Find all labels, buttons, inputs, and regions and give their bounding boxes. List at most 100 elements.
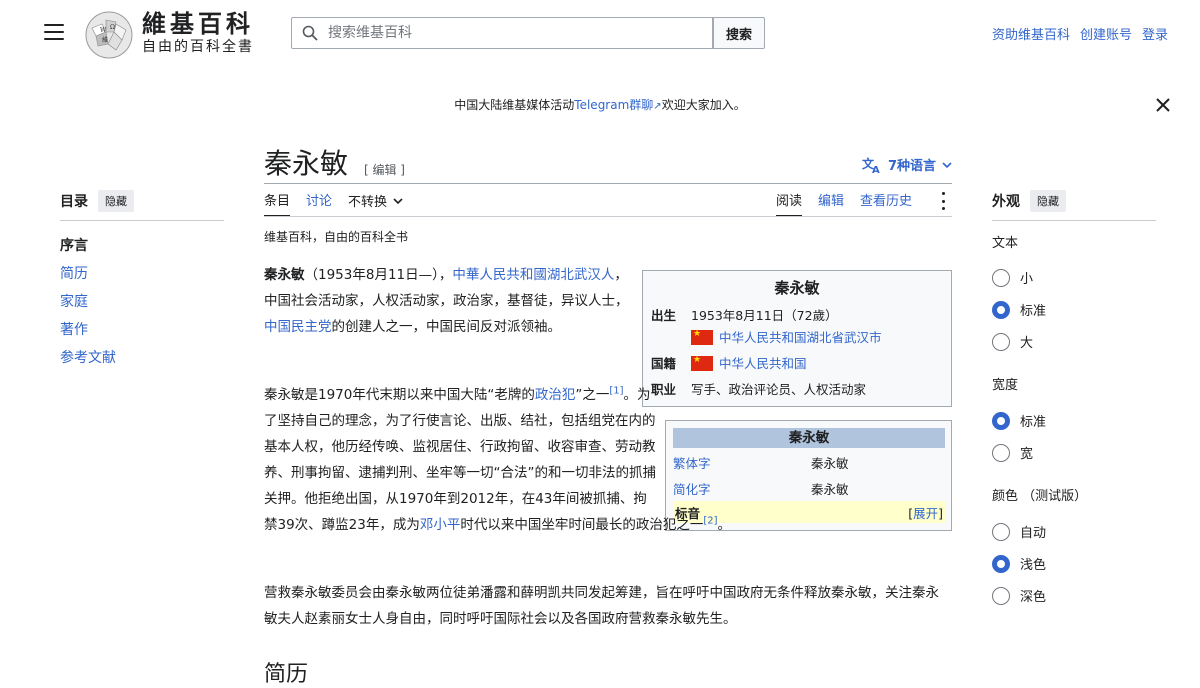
color-label: 颜色 （测试版） [992, 489, 1088, 504]
link-wuhan[interactable]: 中華人民共和國湖北武汉人 [452, 267, 614, 283]
intro-paragraph: 秦永敏（1953年8月11日—），中華人民共和國湖北武汉人，中国社会活动家，人权… [264, 262, 630, 340]
tabs-divider [264, 216, 952, 217]
variant-dropdown[interactable]: 不转换 [348, 190, 403, 217]
radio-color-auto[interactable]: 自动 [992, 522, 1046, 541]
search-input[interactable] [326, 24, 712, 42]
menu-icon-bar [44, 31, 64, 33]
tab-history[interactable]: 查看历史 [860, 190, 912, 217]
namespace-tabs: 条目 讨论 不转换 [264, 190, 403, 217]
wikipedia-globe-logo[interactable]: W Ω 維 [84, 10, 134, 60]
radio-button[interactable] [992, 332, 1010, 351]
radio-button[interactable] [992, 300, 1010, 319]
toc-item-references[interactable]: 参考文献 [60, 350, 116, 366]
link-deng-xiaoping[interactable]: 邓小平 [420, 517, 461, 533]
tab-talk[interactable]: 讨论 [306, 190, 332, 217]
radio-button[interactable] [992, 268, 1010, 287]
site-subtitle: 自由的百科全書 [142, 39, 254, 55]
tab-article[interactable]: 条目 [264, 190, 291, 217]
text: （1953年8月11日—）， [304, 267, 453, 283]
personal-tools: 资助维基百科 创建账号 登录 [992, 24, 1168, 43]
appearance-hide-button[interactable]: 隐藏 [1030, 190, 1066, 212]
radio-color-dark[interactable]: 深色 [992, 586, 1046, 605]
svg-text:W: W [100, 27, 107, 34]
body-paragraph-2: 秦永敏是1970年代末期以来中国大陆“老牌的政治犯”之一[1]。为了坚持自己的理… [264, 382, 952, 538]
variant-label: 不转换 [348, 195, 388, 210]
telegram-link[interactable]: Telegram群聊 [574, 98, 653, 112]
dot [941, 192, 945, 195]
birthplace-link[interactable]: 中华人民共和国湖北省武汉市 [719, 330, 882, 345]
text: 秦永敏是1970年代末期以来中国大陆“老牌的 [264, 387, 535, 403]
site-notice: 中国大陆维基媒体活动Telegram群聊↗欢迎大家加入。 [0, 96, 1200, 113]
reference-1[interactable]: [1] [609, 386, 623, 397]
svg-text:Ω: Ω [110, 24, 115, 31]
subject-name: 秦永敏 [264, 267, 305, 283]
table-of-contents: 目录 隐藏 序言 简历 家庭 著作 参考文献 [60, 190, 224, 375]
radio-text-small[interactable]: 小 [992, 268, 1033, 287]
radio-width-standard[interactable]: 标准 [992, 411, 1046, 430]
radio-text-standard[interactable]: 标准 [992, 300, 1046, 319]
radio-label: 标准 [1020, 415, 1047, 430]
radio-button[interactable] [992, 586, 1010, 605]
toc-item-biography[interactable]: 简历 [60, 266, 88, 282]
body-paragraph-3: 营救秦永敏委员会由秦永敏两位徒弟潘露和薛明凯共同发起筹建，旨在呼吁中国政府无条件… [264, 585, 939, 627]
section-heading-biography: 简历 [264, 662, 309, 687]
toc-hide-button[interactable]: 隐藏 [98, 190, 134, 212]
menu-icon-bar [44, 24, 64, 26]
nationality-label: 国籍 [651, 356, 677, 371]
link-china-democracy-party[interactable]: 中国民主党 [264, 319, 332, 335]
external-link-icon: ↗ [653, 101, 662, 112]
toc-item-works[interactable]: 著作 [60, 322, 88, 338]
reference-2[interactable]: [2] [703, 516, 717, 527]
text: 。 [717, 517, 732, 533]
radio-text-large[interactable]: 大 [992, 332, 1033, 351]
title-edit-link[interactable]: [ 编辑 ] [364, 161, 405, 178]
radio-color-light[interactable]: 浅色 [992, 554, 1046, 573]
radio-label: 自动 [1020, 526, 1047, 541]
radio-width-wide[interactable]: 宽 [992, 443, 1033, 462]
search-button[interactable]: 搜索 [713, 17, 765, 49]
radio-label: 浅色 [1020, 558, 1047, 573]
svg-text:維: 維 [102, 36, 108, 44]
svg-text:A: A [872, 165, 880, 174]
appearance-title: 外观 [992, 194, 1020, 210]
title-divider [264, 183, 952, 184]
chevron-down-icon [393, 197, 403, 204]
search-box[interactable] [291, 17, 713, 49]
login-link[interactable]: 登录 [1142, 24, 1168, 43]
view-tabs: 阅读 编辑 查看历史 [776, 190, 912, 217]
radio-button[interactable] [992, 411, 1010, 430]
donate-link[interactable]: 资助维基百科 [992, 24, 1070, 43]
page-title: 秦永敏 [264, 147, 349, 180]
born-date: 1953年8月11日（72歲） [691, 308, 838, 323]
notice-text-after: 欢迎大家加入。 [661, 98, 746, 112]
close-icon[interactable] [1154, 96, 1172, 114]
site-wordmark[interactable]: 維基百科 自由的百科全書 [142, 10, 254, 56]
radio-button[interactable] [992, 522, 1010, 541]
text-size-label: 文本 [992, 236, 1019, 251]
main-menu-button[interactable] [44, 24, 64, 40]
tab-read[interactable]: 阅读 [776, 190, 803, 217]
menu-icon-bar [44, 38, 64, 40]
chevron-down-icon [942, 161, 952, 168]
toc-item-intro[interactable]: 序言 [60, 235, 224, 263]
radio-label: 标准 [1020, 304, 1047, 319]
radio-label: 深色 [1020, 590, 1047, 605]
toc-title: 目录 [60, 194, 88, 210]
dot [941, 199, 945, 203]
radio-button[interactable] [992, 443, 1010, 462]
radio-label: 宽 [1020, 447, 1034, 462]
tab-edit[interactable]: 编辑 [818, 190, 844, 217]
language-count: 7种语言 [887, 159, 936, 174]
radio-label: 大 [1020, 336, 1034, 351]
toc-item-family[interactable]: 家庭 [60, 294, 88, 310]
radio-label: 小 [1020, 272, 1034, 287]
radio-button[interactable] [992, 554, 1010, 573]
width-label: 宽度 [992, 378, 1019, 393]
more-actions-icon[interactable] [938, 192, 948, 210]
create-account-link[interactable]: 创建账号 [1080, 24, 1132, 43]
language-selector[interactable]: 文 A 7种语言 [862, 155, 952, 174]
nationality-link[interactable]: 中华人民共和国 [719, 356, 807, 371]
site-title: 維基百科 [142, 9, 254, 38]
link-political-prisoner[interactable]: 政治犯 [535, 387, 576, 403]
text: 时代以来中国坐牢时间最长的政治犯之一 [460, 517, 704, 533]
